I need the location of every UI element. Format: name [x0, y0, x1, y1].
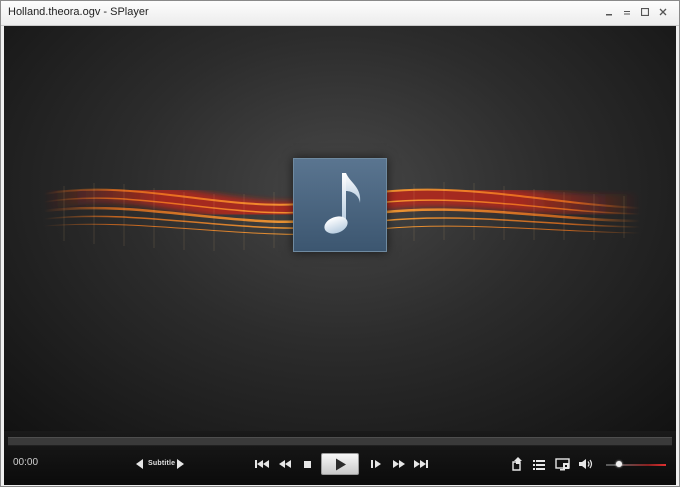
subtitle-next-button[interactable]	[175, 458, 185, 470]
frame-step-button[interactable]	[367, 455, 385, 473]
screen-settings-button[interactable]	[554, 455, 572, 473]
volume-mute-button[interactable]	[577, 455, 595, 473]
stop-button[interactable]	[299, 455, 317, 473]
fast-forward-button[interactable]	[390, 455, 408, 473]
playlist-button[interactable]	[531, 455, 547, 473]
video-area[interactable]	[4, 26, 676, 431]
stop-icon	[304, 461, 311, 468]
minimize-icon	[606, 14, 612, 16]
rewind-icon	[279, 460, 291, 468]
triangle-right-icon	[177, 459, 184, 469]
seek-bar[interactable]	[8, 437, 672, 446]
maximize-button[interactable]	[636, 4, 654, 20]
open-file-icon	[512, 457, 522, 471]
volume-slider-handle[interactable]	[616, 461, 623, 467]
screen-settings-icon	[555, 458, 570, 471]
triangle-left-icon	[136, 459, 143, 469]
subtitle-prev-button[interactable]	[135, 458, 145, 470]
skip-previous-button[interactable]	[253, 455, 271, 473]
skip-next-button[interactable]	[412, 455, 430, 473]
open-file-button[interactable]	[509, 455, 525, 473]
album-art	[293, 158, 387, 252]
window-title: Holland.theora.ogv - SPlayer	[8, 6, 149, 18]
maximize-icon	[641, 8, 649, 16]
volume-slider-track[interactable]	[606, 464, 666, 466]
skip-previous-icon	[255, 460, 269, 468]
play-button[interactable]	[321, 453, 359, 475]
subtitle-label[interactable]: Subtitle	[148, 460, 175, 467]
rewind-button[interactable]	[276, 455, 294, 473]
restore-button[interactable]	[618, 4, 636, 20]
time-display: 00:00	[13, 457, 39, 468]
fast-forward-icon	[393, 460, 405, 468]
music-note-icon	[324, 173, 361, 234]
playlist-icon	[533, 460, 545, 470]
minimize-lines-icon	[624, 11, 630, 15]
control-bar: 00:00 Subtitle	[4, 431, 676, 485]
minimize-button[interactable]	[600, 4, 618, 20]
speaker-icon	[579, 459, 593, 469]
frame-step-icon	[371, 460, 381, 468]
close-button[interactable]	[654, 4, 672, 20]
player-window: Holland.theora.ogv - SPlayer 00:00 Subti…	[0, 0, 680, 487]
title-bar[interactable]: Holland.theora.ogv - SPlayer	[1, 1, 679, 26]
play-icon	[336, 458, 346, 471]
skip-next-icon	[414, 460, 428, 468]
close-icon	[659, 8, 667, 16]
